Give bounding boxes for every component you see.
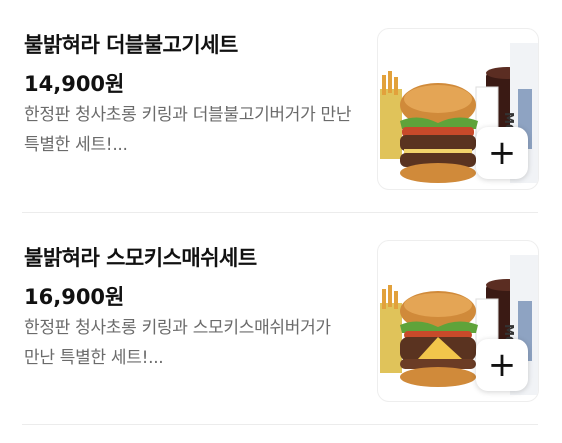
add-to-cart-button[interactable]: + [476,127,528,179]
menu-item-title: 불밝혀라 더블불고기세트 [24,33,238,57]
menu-item[interactable]: 불밝혀라 스모키스매쉬세트 16,900원 한정판 청사초롱 키링과 스모키스매… [0,213,562,425]
menu-item-image[interactable]: MOM + [377,240,539,402]
divider [22,424,538,425]
menu-item[interactable]: 불밝혀라 더블불고기세트 14,900원 한정판 청사초롱 키링과 더블불고기버… [0,0,562,212]
menu-item-description: 한정판 청사초롱 키링과 더블불고기버거가 만난 특별한 세트!... [24,105,352,155]
menu-item-price: 16,900원 [24,285,125,309]
menu-item-price: 14,900원 [24,72,125,96]
menu-item-image[interactable]: MOM + [377,28,539,190]
plus-icon: + [487,133,517,173]
add-to-cart-button[interactable]: + [476,339,528,391]
menu-item-description: 한정판 청사초롱 키링과 스모키스매쉬버거가 만난 특별한 세트!... [24,318,331,368]
plus-icon: + [487,345,517,385]
menu-item-title: 불밝혀라 스모키스매쉬세트 [24,246,257,270]
